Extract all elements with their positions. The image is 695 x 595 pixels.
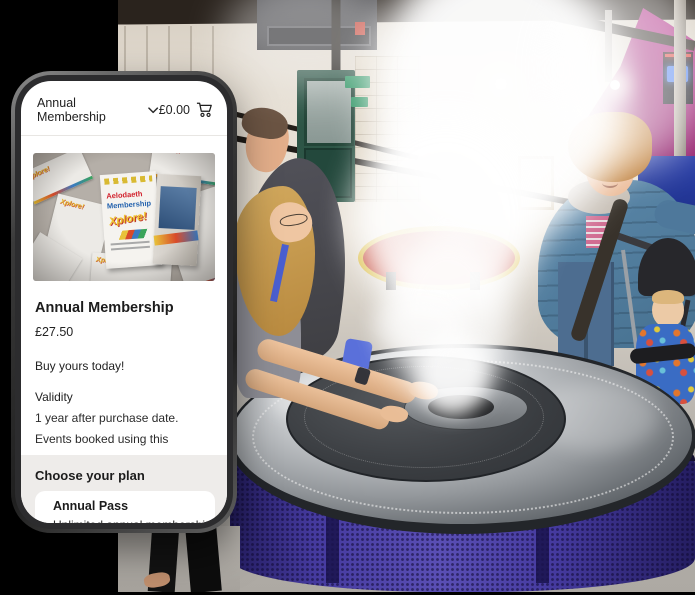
shop-header: Annual Membership £0.00	[21, 81, 227, 136]
product-selector-label: Annual Membership	[37, 96, 141, 124]
page: Annual Membership £0.00	[0, 0, 695, 595]
plan-description: Unlimited annual membership	[53, 518, 215, 523]
plan-name: Annual Pass	[53, 499, 215, 513]
membership-shop-screen[interactable]: Annual Membership £0.00	[21, 81, 227, 523]
cart-icon	[196, 102, 213, 118]
plan-option-annual-pass[interactable]: Annual Pass Unlimited annual membership	[35, 491, 215, 523]
baby-hair	[652, 290, 684, 304]
product-promo-text: Buy yours today!	[35, 359, 227, 373]
phone-bezel: Annual Membership £0.00	[15, 75, 233, 529]
photo-vignette	[33, 153, 215, 281]
smoke-puff	[373, 295, 468, 355]
girl-leg	[185, 525, 222, 592]
product-price: £27.50	[35, 325, 227, 339]
glasses	[279, 212, 308, 228]
chevron-down-icon	[148, 107, 158, 114]
plan-section: Choose your plan Annual Pass Unlimited a…	[21, 455, 227, 523]
phone-mockup: Annual Membership £0.00	[11, 71, 237, 533]
product-selector-dropdown[interactable]: Annual Membership	[37, 96, 159, 124]
validity-label: Validity	[35, 390, 227, 404]
cart-button[interactable]: £0.00	[159, 102, 213, 118]
plan-section-title: Choose your plan	[35, 468, 215, 483]
product-title: Annual Membership	[35, 300, 227, 316]
product-image-membership-cards[interactable]: Xplore! Xplore! Xplore! Xplore! Xplore! …	[33, 153, 215, 281]
cart-total: £0.00	[159, 103, 190, 117]
floor	[118, 526, 240, 592]
